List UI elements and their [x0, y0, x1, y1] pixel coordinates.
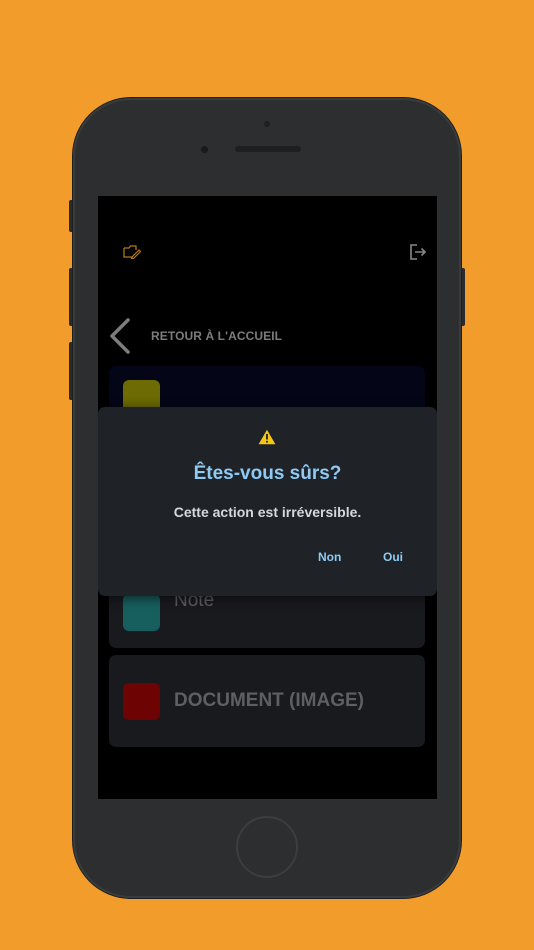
app-screen: RETOUR À L'ACCUEIL Note DOCUMENT (IMAGE)…	[98, 196, 437, 799]
dialog-title: Êtes-vous sûrs?	[193, 463, 342, 484]
confirm-dialog: Êtes-vous sûrs? Cette action est irréver…	[98, 407, 437, 596]
dialog-message: Cette action est irréversible.	[173, 504, 362, 520]
earpiece-speaker	[235, 146, 301, 152]
cancel-button[interactable]: Non	[318, 550, 341, 564]
confirm-button[interactable]: Oui	[383, 550, 403, 564]
home-button	[236, 816, 298, 878]
front-camera	[201, 146, 208, 153]
warning-icon	[258, 429, 276, 445]
proximity-sensor	[264, 121, 270, 127]
